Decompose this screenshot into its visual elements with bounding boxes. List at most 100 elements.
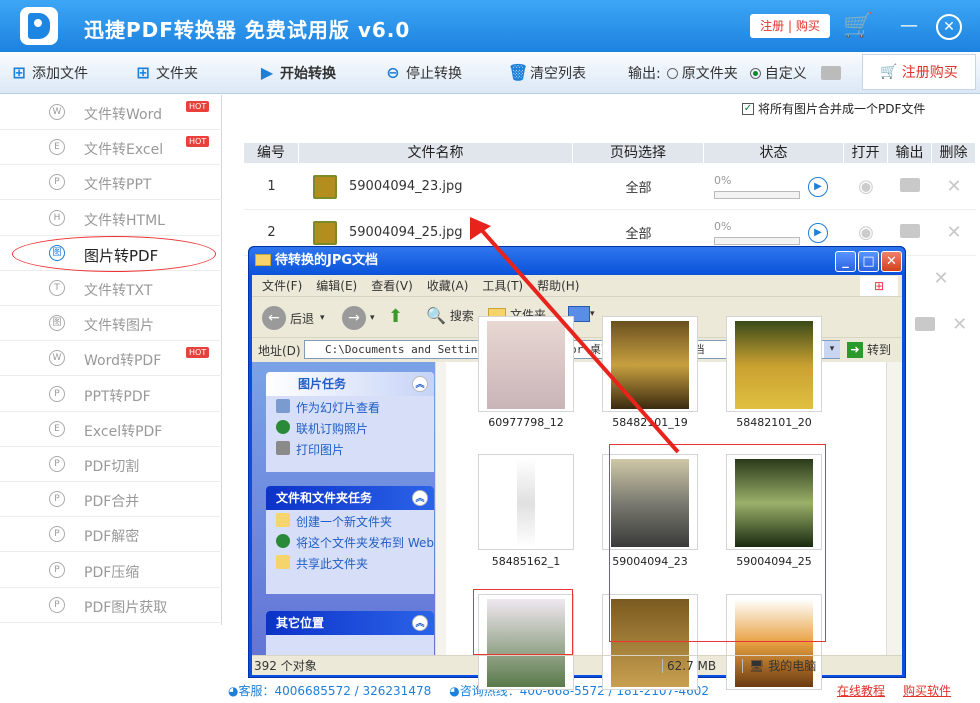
picture-tasks-panel: 图片任务 ︽ 作为幻灯片查看 联机订购照片 打印图片 [266, 372, 434, 472]
row-pages[interactable]: 全部 [573, 223, 704, 242]
output-custom-radio[interactable] [749, 67, 761, 79]
delete-icon[interactable]: ✕ [933, 268, 948, 289]
sidebar-item-icon: P [49, 456, 65, 472]
sidebar-item[interactable]: P PDF解密 [0, 517, 222, 553]
stop-convert-button[interactable]: ⊖ 停止转换 [384, 62, 462, 84]
go-button[interactable]: ➜ 转到 [847, 341, 891, 358]
up-button[interactable]: ⬆ [388, 306, 403, 327]
row-pages[interactable]: 全部 [573, 177, 704, 196]
sidebar-item-label: PDF解密 [84, 529, 140, 546]
image-thumbnail [487, 321, 565, 409]
sidebar-item[interactable]: T 文件转TXT [0, 271, 222, 306]
image-thumbnail [735, 321, 813, 409]
close-icon[interactable]: ✕ [936, 14, 962, 40]
file-label[interactable]: 58482101_19 [590, 416, 710, 429]
menu-favorites[interactable]: 收藏(A) [427, 277, 469, 294]
minimize-icon[interactable]: — [896, 14, 922, 40]
table-row[interactable]: 1 59004094_23.jpg 全部 0% ▶ ◉ ✕ [244, 164, 976, 210]
add-folder-button[interactable]: ⊞ 文件夹 [134, 62, 198, 84]
file-label[interactable]: 58485162_1 [466, 555, 586, 568]
chevron-up-icon[interactable]: ︽ [412, 490, 428, 506]
sidebar-item-icon: P [49, 561, 65, 578]
explorer-status-bar: 392 个对象 62.7 MB 🖥 我的电脑 [252, 655, 902, 675]
browse-folder-icon[interactable] [820, 66, 841, 80]
tutorial-link[interactable]: 在线教程 [837, 682, 885, 699]
file-label[interactable]: 58482101_20 [714, 416, 834, 429]
sidebar-item-label: PPT转PDF [84, 388, 151, 405]
back-button[interactable]: ← 后退 ▾ [262, 306, 325, 330]
cart-icon[interactable]: 🛒 [843, 12, 873, 38]
sidebar-item[interactable]: P PDF图片获取 [0, 588, 222, 623]
output-src-radio[interactable] [666, 67, 678, 79]
folder-icon[interactable] [914, 317, 935, 331]
sidebar-item[interactable]: P PDF合并 [0, 482, 222, 518]
file-label[interactable]: 60977798_12 [466, 416, 586, 429]
register-link[interactable]: 注册 | 购买 [750, 14, 830, 38]
toolbar: ⊞ 添加文件 ⊞ 文件夹 ▶ 开始转换 ⊖ 停止转换 🗑 清空列表 输出: 原文件夹 自定… [0, 52, 980, 94]
task-order-prints[interactable]: 联机订购照片 [266, 417, 434, 438]
sidebar-item[interactable]: P PDF压缩 [0, 553, 222, 588]
image-file-icon [313, 174, 337, 199]
sidebar-item[interactable]: 图 文件转图片 [0, 306, 222, 342]
sidebar-item[interactable]: H 文件转HTML [0, 201, 222, 236]
maximize-icon[interactable]: □ [858, 251, 879, 272]
task-share-folder[interactable]: 共享此文件夹 [266, 552, 434, 573]
sidebar-item[interactable]: P PDF切割 [0, 447, 222, 482]
start-convert-button[interactable]: ▶ 开始转换 [258, 62, 336, 84]
explorer-window[interactable]: 待转换的JPG文档 _ □ ✕ 文件(F) 编辑(E) 查看(V) 收藏(A) … [248, 246, 906, 690]
sidebar-item[interactable]: W 文件转Word HOT [0, 95, 222, 130]
delete-icon[interactable]: ✕ [946, 222, 961, 243]
merge-checkbox[interactable]: ✓ [742, 102, 754, 115]
menu-view[interactable]: 查看(V) [371, 277, 413, 294]
dropdown-icon[interactable]: ▾ [824, 341, 840, 358]
file-thumbnail[interactable] [478, 316, 574, 412]
other-places-header[interactable]: 其它位置 ︽ [266, 611, 434, 635]
menu-help[interactable]: 帮助(H) [537, 277, 579, 294]
play-icon[interactable]: ▶ [808, 176, 828, 197]
search-button[interactable]: 🔍 搜索 [426, 306, 474, 325]
play-icon[interactable]: ▶ [808, 222, 828, 243]
file-thumbnail[interactable] [478, 454, 574, 550]
forward-button[interactable]: → ▾ [342, 306, 375, 330]
sidebar-item[interactable]: P 文件转PPT [0, 165, 222, 201]
task-print[interactable]: 打印图片 [266, 438, 434, 459]
menu-tools[interactable]: 工具(T) [482, 277, 523, 294]
close-icon[interactable]: ✕ [881, 251, 902, 272]
file-view-scrollbar[interactable] [886, 362, 902, 655]
add-file-button[interactable]: ⊞ 添加文件 [10, 62, 88, 84]
task-new-folder[interactable]: 创建一个新文件夹 [266, 510, 434, 531]
explorer-title-bar[interactable]: 待转换的JPG文档 _ □ ✕ [249, 247, 905, 275]
chevron-up-icon[interactable]: ︽ [412, 615, 428, 631]
delete-icon[interactable]: ✕ [952, 314, 967, 335]
picture-tasks-header[interactable]: 图片任务 ︽ [266, 372, 434, 396]
buy-software-link[interactable]: 购买软件 [903, 682, 951, 699]
eye-icon[interactable]: ◉ [858, 222, 874, 243]
register-buy-button[interactable]: 🛒 注册购买 [862, 54, 976, 90]
menu-file[interactable]: 文件(F) [262, 277, 302, 294]
sidebar-item[interactable]: W Word转PDF HOT [0, 341, 222, 377]
file-thumbnail[interactable] [602, 316, 698, 412]
minimize-icon[interactable]: _ [835, 251, 856, 272]
chevron-up-icon[interactable]: ︽ [412, 376, 428, 392]
progress-bar [714, 237, 800, 245]
sidebar-item[interactable]: P PPT转PDF [0, 377, 222, 412]
folder-icon[interactable] [900, 177, 920, 192]
folder-icon[interactable] [900, 223, 920, 238]
sidebar-item-icon: 图 [49, 315, 65, 332]
dropdown-icon: ▾ [590, 309, 595, 319]
eye-icon[interactable]: ◉ [858, 176, 874, 197]
task-slideshow[interactable]: 作为幻灯片查看 [266, 396, 434, 417]
file-tasks-header[interactable]: 文件和文件夹任务 ︽ [266, 486, 434, 510]
clear-list-button[interactable]: 🗑 清空列表 [508, 62, 586, 84]
output-label: 输出: [628, 66, 661, 82]
merge-option[interactable]: ✓ 将所有图片合并成一个PDF文件 [742, 100, 925, 117]
task-publish-web[interactable]: 将这个文件夹发布到 Web [266, 531, 434, 552]
sidebar-item[interactable]: E 文件转Excel HOT [0, 130, 222, 166]
file-thumbnail[interactable] [726, 316, 822, 412]
col-open: 打开 [844, 143, 888, 163]
sidebar-item[interactable]: E Excel转PDF [0, 412, 222, 447]
delete-icon[interactable]: ✕ [946, 176, 961, 197]
qq-icon: ◕ [228, 683, 239, 698]
menu-edit[interactable]: 编辑(E) [316, 277, 357, 294]
sidebar-item-icon: P [49, 596, 65, 613]
